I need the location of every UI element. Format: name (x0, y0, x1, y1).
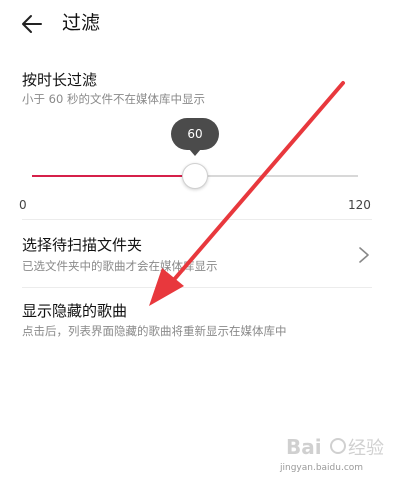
svg-text:经验: 经验 (348, 438, 384, 459)
annotation-arrow (149, 81, 345, 306)
svg-text:Bai: Bai (286, 435, 322, 459)
watermark-text: jingyan.baidu.com (280, 463, 364, 473)
